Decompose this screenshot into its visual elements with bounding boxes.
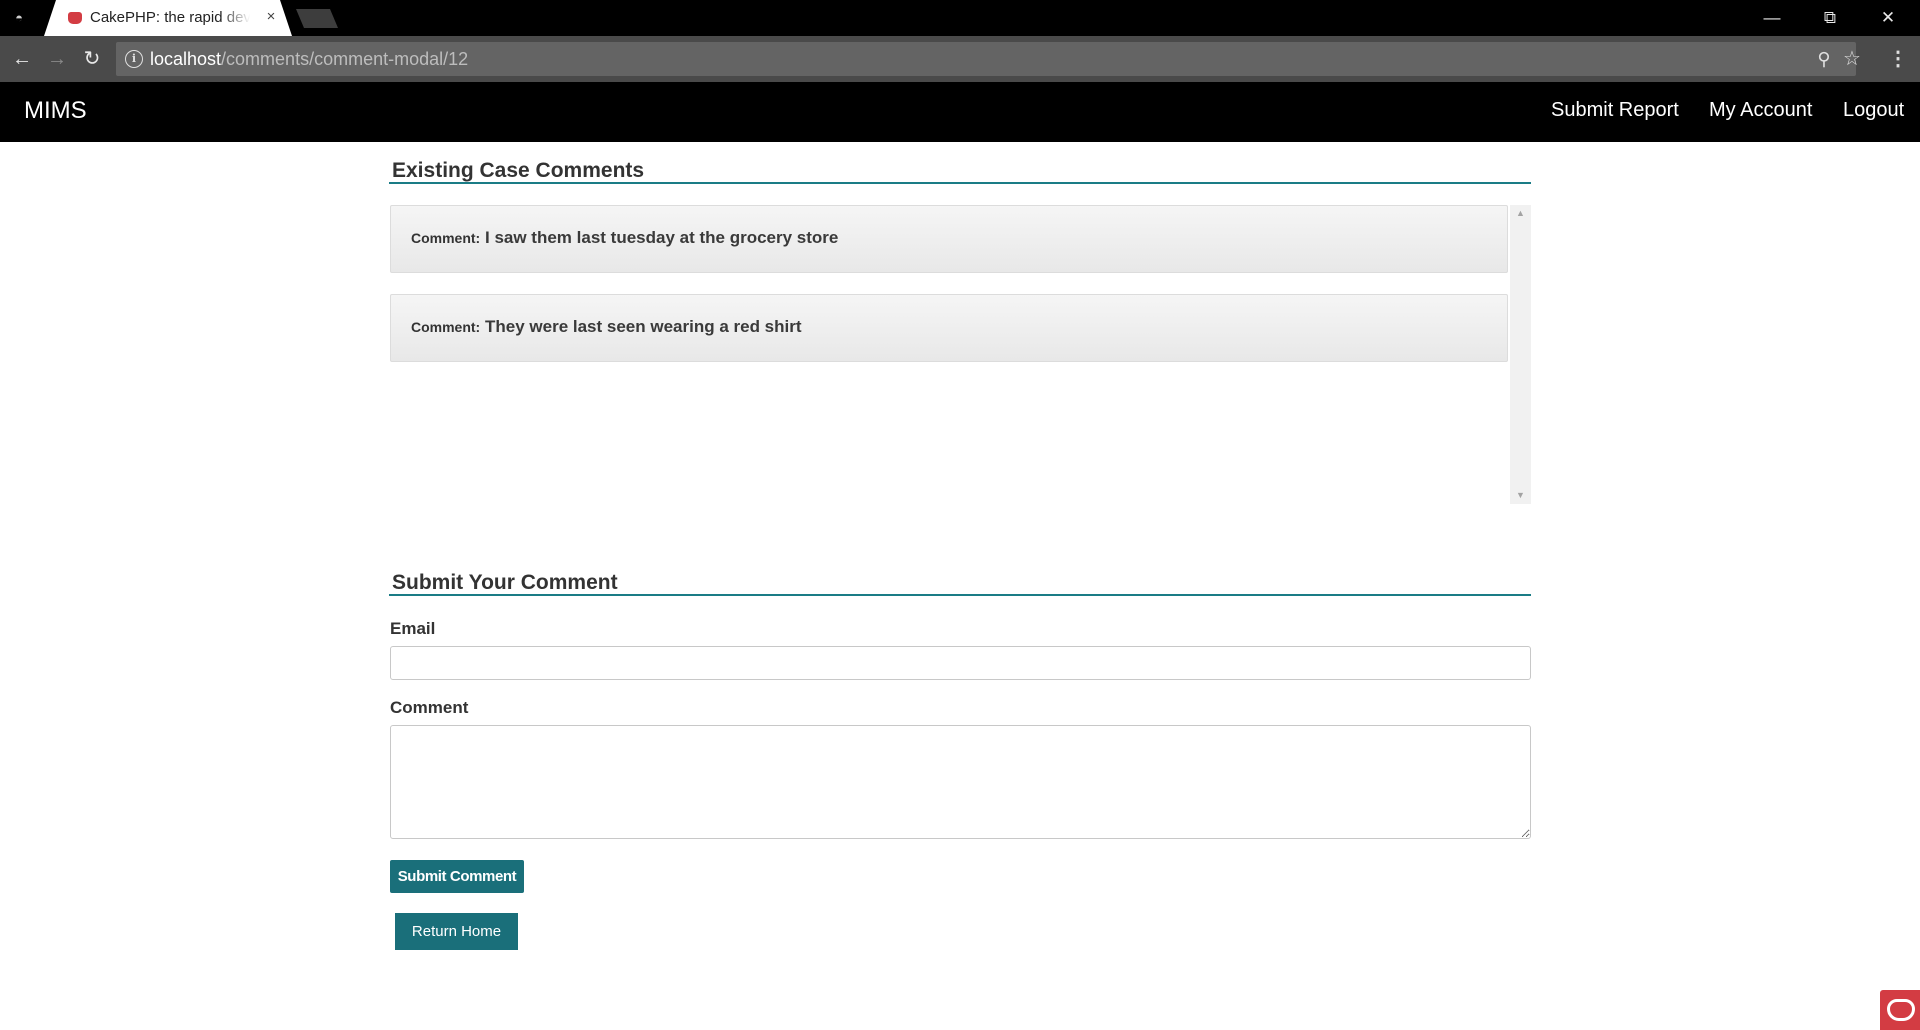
minimize-icon[interactable]: — [1748,0,1796,36]
comment-label: Comment: [411,230,481,246]
scroll-down-icon[interactable]: ▼ [1510,487,1531,504]
scrollbar[interactable]: ▲ ▼ [1510,205,1531,504]
tab-title: CakePHP: the rapid development php frame… [90,9,250,27]
comment-textarea[interactable] [390,725,1531,839]
browser-tab-bar: ◓ CakePHP: the rapid development php fra… [0,0,1920,36]
url-path: /comments/comment-modal/12 [221,49,469,69]
browser-tab[interactable]: CakePHP: the rapid development php frame… [44,0,292,36]
email-label: Email [390,619,436,638]
brand-link[interactable]: MIMS [24,97,87,125]
info-icon[interactable]: i [125,50,143,68]
return-home-button[interactable]: Return Home [395,913,518,950]
favicon-icon [68,12,82,24]
existing-comments-title: Existing Case Comments [392,159,645,182]
url-text[interactable]: localhost/comments/comment-modal/12 [150,49,468,69]
address-bar[interactable]: i localhost/comments/comment-modal/12 ⚲ … [116,42,1861,76]
comment-text: I saw them last tuesday at the grocery s… [485,228,839,247]
email-field[interactable] [390,646,1531,680]
tab-close-icon[interactable]: × [262,8,280,26]
section-divider [389,182,1531,184]
menu-icon[interactable]: ⋮ [1886,45,1910,73]
back-icon[interactable]: ← [8,45,36,73]
comment-label: Comment [390,698,469,717]
nav-my-account[interactable]: My Account [1709,99,1812,122]
restore-icon[interactable]: ⧉ [1806,0,1854,36]
scroll-up-icon[interactable]: ▲ [1510,205,1531,222]
zoom-icon[interactable]: ⚲ [1812,47,1836,71]
window-close-icon[interactable]: ✕ [1864,0,1912,36]
incognito-icon: ◓ [15,10,23,25]
star-icon[interactable]: ☆ [1840,47,1864,71]
comment-text: They were last seen wearing a red shirt [485,317,802,336]
nav-logout[interactable]: Logout [1843,99,1904,122]
comment-label: Comment: [411,319,481,335]
submit-comment-title: Submit Your Comment [392,571,618,594]
submit-comment-button[interactable]: Submit Comment [390,860,524,893]
new-tab-button[interactable] [296,9,338,28]
cakephp-logo-icon[interactable] [1880,990,1920,1030]
nav-submit-report[interactable]: Submit Report [1551,99,1679,122]
app-navbar: MIMS Submit Report My Account Logout [0,82,1920,142]
comment-card: Comment: They were last seen wearing a r… [390,294,1508,362]
comments-scroll-box[interactable]: Comment: I saw them last tuesday at the … [389,205,1531,504]
url-host: localhost [150,49,222,69]
browser-toolbar: ← → ↻ i localhost/comments/comment-modal… [0,36,1920,82]
comment-card: Comment: I saw them last tuesday at the … [390,205,1508,273]
forward-icon[interactable]: → [43,45,71,73]
section-divider [389,594,1531,596]
reload-icon[interactable]: ↻ [78,45,106,73]
